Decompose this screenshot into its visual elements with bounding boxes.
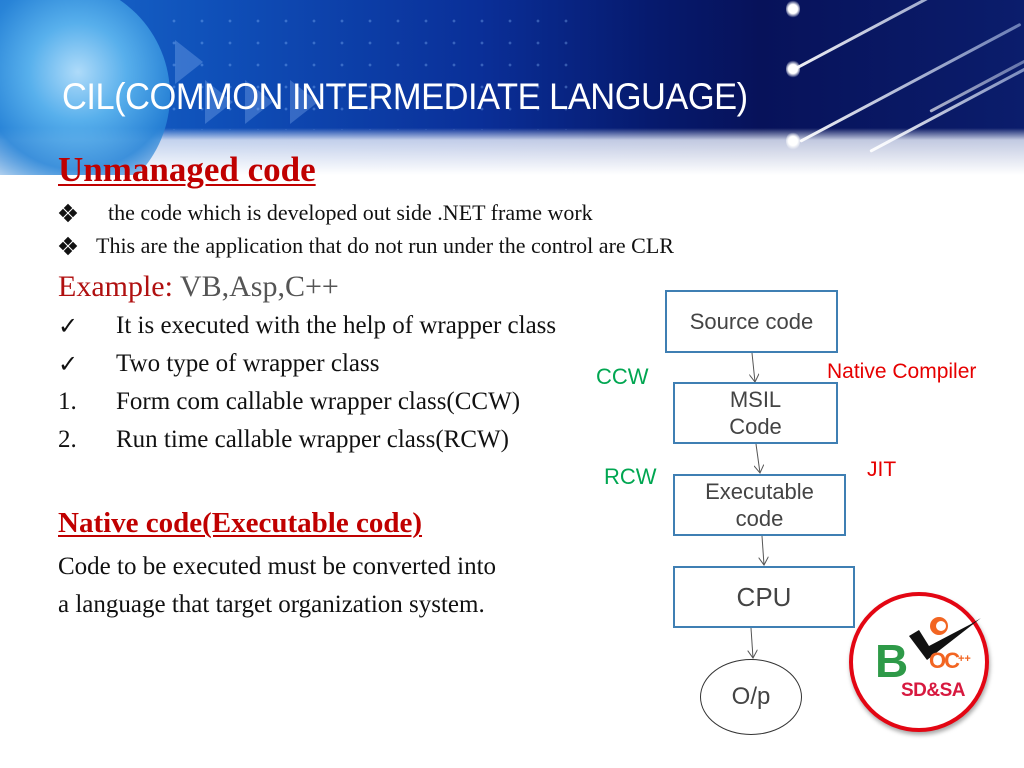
- node-executable-code: Executable code: [673, 474, 846, 536]
- label-ccw: CCW: [596, 364, 649, 389]
- label-jit: JIT: [867, 458, 897, 481]
- numbered-marker-1: 1.: [58, 388, 77, 415]
- node-output: O/p: [700, 659, 802, 735]
- node-source-code-label: Source code: [689, 308, 814, 334]
- unmanaged-code-heading: Unmanaged code: [58, 150, 316, 189]
- native-code-heading: Native code(Executable code): [58, 507, 423, 539]
- title-banner: CIL(COMMON INTERMEDIATE LANGUAGE): [0, 0, 1024, 175]
- node-source-code: Source code: [665, 290, 838, 353]
- node-output-label: O/p: [731, 683, 771, 710]
- unmanaged-bullet-2: This are the application that do not run…: [96, 233, 674, 258]
- numbered-item-2: Run time callable wrapper class(RCW): [116, 426, 509, 453]
- light-streak: [789, 0, 1021, 73]
- slide-title: CIL(COMMON INTERMEDIATE LANGUAGE): [62, 76, 748, 117]
- node-cpu: CPU: [673, 566, 855, 628]
- arrow-exec-to-cpu: [762, 535, 764, 565]
- node-msil-line-2: Code: [729, 414, 782, 439]
- arrow-msil-to-exec: [756, 443, 760, 473]
- label-native-compiler: Native Compiler: [827, 360, 977, 383]
- four-diamond-bullet-icon: [58, 236, 78, 256]
- four-diamond-bullet-icon: [58, 203, 78, 223]
- node-msil-code: MSIL Code: [673, 382, 838, 444]
- arrow-cpu-to-output: [751, 627, 753, 658]
- example-label: Example:: [58, 270, 173, 303]
- checkmark-icon: ✓: [58, 314, 79, 340]
- logo-plus: ++: [958, 653, 971, 665]
- light-glow: [786, 0, 800, 18]
- logo-oc-text: OC: [929, 648, 960, 673]
- native-line-2: a language that target organization syst…: [58, 591, 485, 618]
- node-exec-line-2: code: [735, 506, 784, 531]
- checkmark-icon: ✓: [58, 352, 79, 378]
- check-item-2: Two type of wrapper class: [116, 350, 380, 377]
- light-glow: [786, 60, 800, 78]
- sdsa-logo: B OC++ SD&SA: [849, 592, 989, 732]
- node-msil-line-1: MSIL: [729, 386, 782, 412]
- numbered-item-1: Form com callable wrapper class(CCW): [116, 388, 521, 415]
- example-value: VB,Asp,C++: [172, 270, 339, 303]
- node-cpu-label: CPU: [736, 581, 792, 612]
- example-line: Example: VB,Asp,C++: [58, 270, 339, 304]
- light-streak: [799, 22, 1022, 143]
- unmanaged-bullet-1: the code which is developed out side .NE…: [108, 200, 593, 225]
- arrow-source-to-msil: [752, 352, 755, 382]
- node-exec-line-1: Executable: [705, 478, 814, 504]
- native-line-1: Code to be executed must be converted in…: [58, 553, 497, 580]
- logo-oc: OC++: [929, 648, 971, 674]
- light-glow: [786, 132, 800, 150]
- logo-text: SD&SA: [901, 680, 966, 701]
- numbered-marker-2: 2.: [58, 426, 77, 453]
- check-item-1: It is executed with the help of wrapper …: [116, 312, 557, 339]
- label-rcw: RCW: [604, 464, 657, 489]
